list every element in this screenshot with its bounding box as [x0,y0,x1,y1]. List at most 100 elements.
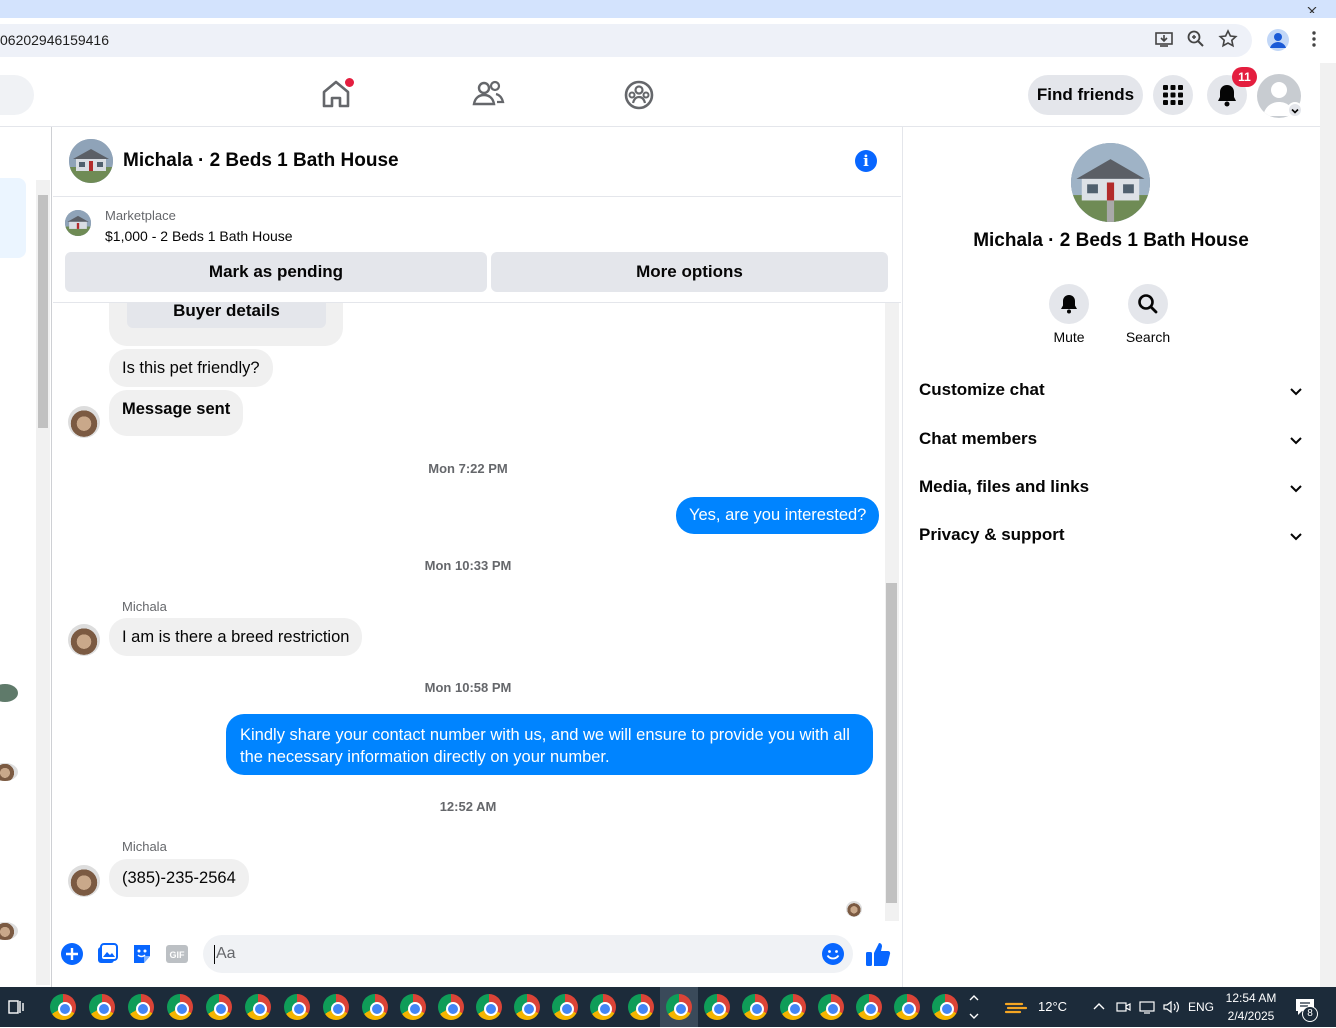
chrome-taskbar-icon[interactable] [89,994,115,1020]
account-chevron-icon[interactable] [1287,102,1303,118]
chrome-taskbar-icon[interactable] [206,994,232,1020]
chrome-taskbar-icon[interactable] [323,994,349,1020]
notification-count-badge: 8 [1302,1006,1318,1022]
task-view-icon[interactable] [7,998,25,1016]
seen-receipt-avatar [846,901,862,917]
message-incoming[interactable]: I am is there a breed restriction [109,618,363,656]
language-indicator[interactable]: ENG [1188,1000,1214,1014]
sender-avatar[interactable] [68,865,100,897]
listing-price-title[interactable]: $1,000 - 2 Beds 1 Bath House [105,228,293,244]
timestamp: Mon 10:33 PM [424,558,512,573]
mute-button[interactable] [1049,284,1089,324]
chrome-taskbar-icon[interactable] [50,994,76,1020]
add-more-icon[interactable] [60,942,84,966]
groups-icon[interactable] [622,76,662,116]
message-incoming[interactable]: Message sent [109,390,244,436]
friends-icon[interactable] [470,76,510,116]
profile-icon[interactable] [1267,29,1289,51]
marketplace-label: Marketplace [105,208,176,223]
privacy-support-row[interactable]: Privacy & support [919,525,1304,549]
chrome-taskbar-icon[interactable] [362,994,388,1020]
chrome-taskbar-icon[interactable] [245,994,271,1020]
chrome-taskbar-icon[interactable] [666,994,692,1020]
more-options-button[interactable]: More options [491,252,888,292]
svg-text:GIF: GIF [170,950,186,960]
chrome-taskbar-icon[interactable] [780,994,806,1020]
chrome-taskbar-icon[interactable] [514,994,540,1020]
gif-icon[interactable]: GIF [165,942,189,966]
temperature[interactable]: 12°C [1038,999,1067,1014]
chrome-taskbar-icon[interactable] [742,994,768,1020]
sticker-icon[interactable] [130,942,154,966]
sender-name: Michala [122,599,167,614]
chrome-taskbar-icon[interactable] [128,994,154,1020]
message-input[interactable] [203,935,853,973]
chrome-taskbar-icon[interactable] [476,994,502,1020]
mute-label: Mute [1053,329,1085,345]
show-hidden-icons-chevron-icon[interactable] [1091,999,1107,1015]
text-cursor [214,945,215,964]
sender-name: Michala [122,839,167,854]
chat-list-scroll-thumb[interactable] [38,195,48,428]
grid-icon [1163,85,1183,105]
chat-details-panel [902,127,1320,987]
listing-avatar[interactable] [69,139,113,183]
clock-time[interactable]: 12:54 AM [1224,991,1278,1005]
message-outgoing[interactable]: Yes, are you interested? [676,497,880,534]
chrome-taskbar-icon[interactable] [628,994,654,1020]
chrome-taskbar-icon[interactable] [284,994,310,1020]
zoom-icon[interactable] [1185,29,1207,51]
chevron-down-icon [1290,437,1302,445]
message-incoming[interactable]: Is this pet friendly? [109,349,273,387]
sender-avatar[interactable] [68,624,100,656]
emoji-icon[interactable] [821,942,845,966]
chrome-taskbar-icon[interactable] [818,994,844,1020]
bookmark-star-icon[interactable] [1217,29,1239,51]
clock-date[interactable]: 2/4/2025 [1224,1009,1278,1023]
chat-members-row[interactable]: Chat members [919,429,1304,453]
chrome-taskbar-icon[interactable] [932,994,958,1020]
info-icon[interactable]: i [855,150,877,172]
message-outgoing[interactable]: Kindly share your contact number with us… [226,714,873,775]
close-window-icon[interactable] [1306,0,1320,14]
row-label: Media, files and links [919,477,1090,496]
url-text[interactable]: 06202946159416 [0,32,109,48]
volume-icon[interactable] [1162,999,1180,1015]
taskbar-scroll-arrows[interactable] [966,991,982,1023]
sender-avatar[interactable] [68,406,100,438]
photo-icon[interactable] [95,942,119,966]
active-chat-highlight[interactable] [0,178,26,258]
find-friends-button[interactable]: Find friends [1028,75,1143,115]
network-icon[interactable] [1139,999,1155,1015]
chrome-taskbar-icon[interactable] [894,994,920,1020]
chevron-down-icon [1290,388,1302,396]
row-label: Chat members [919,429,1038,448]
media-files-links-row[interactable]: Media, files and links [919,477,1304,501]
message-incoming[interactable]: (385)-235-2564 [109,859,249,897]
chrome-taskbar-icon[interactable] [552,994,578,1020]
thread-scroll-thumb[interactable] [886,583,897,903]
listing-profile-photo[interactable] [1071,143,1150,222]
chrome-taskbar-icon[interactable] [167,994,193,1020]
customize-chat-row[interactable]: Customize chat [919,380,1304,404]
mark-as-pending-button[interactable]: Mark as pending [65,252,487,292]
chat-title[interactable]: Michala · 2 Beds 1 Bath House [123,150,399,172]
chrome-taskbar-icon[interactable] [590,994,616,1020]
browser-menu-icon[interactable] [1303,29,1325,51]
install-app-icon[interactable] [1153,29,1175,51]
chrome-taskbar-icon[interactable] [856,994,882,1020]
page-scrollbar[interactable] [1320,63,1336,987]
address-bar[interactable] [0,24,1252,57]
notification-badge: 11 [1232,67,1257,87]
menu-grid-button[interactable] [1153,75,1193,115]
chrome-taskbar-icon[interactable] [438,994,464,1020]
buyer-details-button[interactable]: Buyer details [127,302,326,328]
weather-icon[interactable] [1004,996,1030,1018]
search-in-chat-button[interactable] [1128,284,1168,324]
chrome-taskbar-icon[interactable] [400,994,426,1020]
like-thumb-icon[interactable] [865,940,891,968]
message-placeholder: Aa [216,945,236,962]
listing-thumbnail[interactable] [65,210,91,236]
meet-now-icon[interactable] [1115,999,1131,1015]
chrome-taskbar-icon[interactable] [704,994,730,1020]
